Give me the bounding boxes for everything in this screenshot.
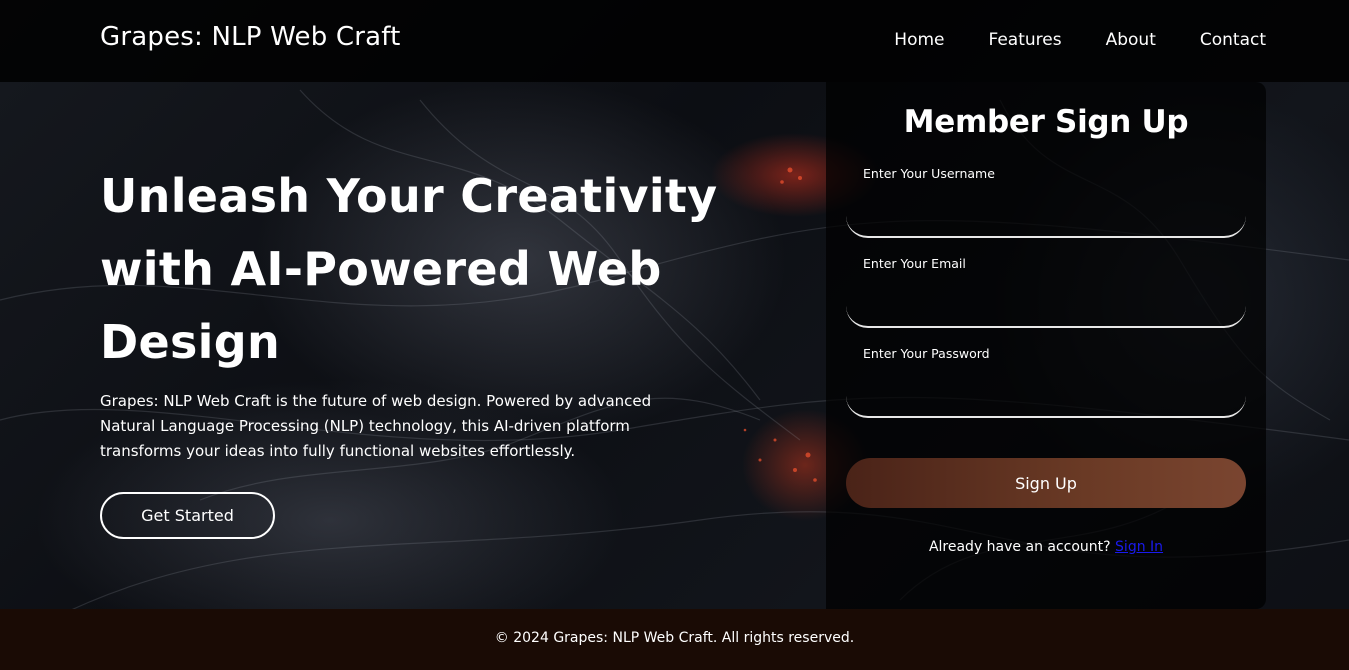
nav-about-link[interactable]: About xyxy=(1106,30,1156,50)
main-nav: Home Features About Contact xyxy=(894,30,1266,50)
hero-description: Grapes: NLP Web Craft is the future of w… xyxy=(100,392,652,460)
account-question-text: Already have an account? xyxy=(928,539,1111,555)
password-label: Enter Your Password xyxy=(863,346,990,361)
copyright-text: © 2024 Grapes: NLP Web Craft. All rights… xyxy=(494,630,855,646)
nav-contact-link[interactable]: Contact xyxy=(1200,30,1266,50)
signin-prompt: Already have an account? Sign In xyxy=(826,539,1266,555)
get-started-button[interactable]: Get Started xyxy=(100,492,275,539)
signup-panel: Member Sign Up Enter Your Username Enter… xyxy=(826,82,1266,609)
email-label: Enter Your Email xyxy=(863,256,966,271)
brand-logo-text[interactable]: Grapes: NLP Web Craft xyxy=(100,22,401,52)
site-header: Grapes: NLP Web Craft Home Features Abou… xyxy=(0,0,1349,82)
hero-title: Unleash Your Creativity with AI-Powered … xyxy=(100,169,718,369)
username-field[interactable] xyxy=(846,194,1246,238)
sign-up-button[interactable]: Sign Up xyxy=(846,458,1246,508)
email-field[interactable] xyxy=(846,284,1246,328)
nav-features-link[interactable]: Features xyxy=(988,30,1061,50)
site-footer: © 2024 Grapes: NLP Web Craft. All rights… xyxy=(0,609,1349,670)
signup-title: Member Sign Up xyxy=(903,104,1189,140)
username-label: Enter Your Username xyxy=(863,166,995,181)
nav-home-link[interactable]: Home xyxy=(894,30,944,50)
sign-in-link[interactable]: Sign In xyxy=(1115,539,1163,555)
password-field[interactable] xyxy=(846,374,1246,418)
